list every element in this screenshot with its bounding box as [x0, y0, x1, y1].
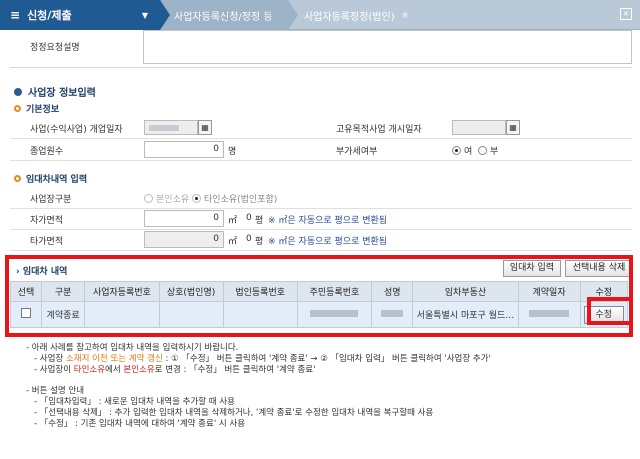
note-line: - 버튼 설명 안내 [26, 386, 85, 396]
other-area-input[interactable]: 0 [144, 231, 224, 248]
own-area-unit-pyeong: 평 [255, 216, 264, 226]
note-text: - 사업장이 [34, 365, 74, 375]
place-type-label: 사업장구분 [30, 195, 72, 205]
note-text: - 사업장 [34, 354, 66, 364]
favorite-star-icon[interactable]: ★ [401, 10, 410, 21]
other-option-label: 타인소유(법인포함) [204, 195, 278, 205]
start-date-label: 사업(수익사업) 개업일자 [30, 125, 123, 135]
basic-info-subtitle: 기본정보 [14, 102, 59, 115]
radio-selected-icon [452, 146, 461, 155]
start-date-input[interactable] [144, 120, 198, 135]
own-area-unit-sqm: ㎡ [228, 216, 238, 226]
place-type-row: 사업장구분 본인소유 타인소유(법인포함) [10, 187, 632, 209]
own-area-row: 자가면적 0 ㎡ 0 평 ※ ㎡은 자동으로 평으로 변환됨 [10, 208, 632, 230]
note-line: - 「수정」 : 기존 임대차 내역에 대하여 '계약 종료' 시 사용 [34, 419, 246, 429]
own-option[interactable]: 본인소유 [144, 192, 189, 205]
business-info-title: 사업장 정보입력 [14, 84, 96, 99]
subsection-bullet-icon [14, 175, 21, 182]
note-highlight: 본인소유 [123, 365, 155, 375]
employees-input[interactable]: 0 [144, 141, 224, 158]
top-nav-bar: ≡ 신청/제출 ▼ 사업자등록신청/정정 등 사업자등록정정(법인) ★ × [0, 0, 640, 30]
breadcrumb-apply-label: 사업자등록신청/정정 등 [174, 11, 273, 23]
other-option[interactable]: 타인소유(법인포함) [192, 192, 277, 205]
employees-unit: 명 [228, 147, 237, 157]
unique-start-label: 고유목적사업 개시일자 [336, 125, 422, 135]
note-line: - 사업장 소재지 이전 또는 계약 갱신 : ① 「수정」 버튼 클릭하여 '… [26, 354, 491, 365]
highlight-lease-table [5, 255, 633, 337]
section-bullet-icon [14, 87, 22, 96]
calendar-icon[interactable]: ▦ [198, 120, 212, 135]
other-area-row: 타가면적 0 ㎡ 0 평 ※ ㎡은 자동으로 평으로 변환됨 [10, 229, 632, 251]
radio-disabled-icon [144, 194, 153, 203]
correction-memo-row: 정정요청설명 [10, 30, 632, 68]
vat-no-label: 부 [490, 147, 499, 157]
employees-label: 종업원수 [30, 147, 64, 157]
other-area-hint: ※ ㎡은 자동으로 평으로 변환됨 [268, 237, 388, 247]
lease-info-subtitle-text: 임대차내역 입력 [26, 175, 88, 185]
other-area-label: 타가면적 [30, 237, 64, 247]
correction-memo-textarea[interactable] [143, 30, 632, 64]
business-info-title-text: 사업장 정보입력 [28, 88, 96, 99]
nav-main-menu[interactable]: ≡ 신청/제출 ▼ [0, 0, 170, 30]
vat-no-option[interactable]: 부 [478, 144, 498, 157]
own-area-pyeong-value: 0 [246, 213, 252, 223]
lease-info-subtitle: 임대차내역 입력 [14, 172, 87, 185]
basic-info-subtitle-text: 기본정보 [26, 105, 60, 115]
caret-down-icon: ▼ [141, 10, 148, 20]
breadcrumb-apply[interactable]: 사업자등록신청/정정 등 [160, 0, 298, 30]
vat-yes-label: 여 [464, 147, 473, 157]
note-line: - 「임대차입력」 : 새로운 임대차 내역을 추가할 때 사용 [34, 397, 235, 407]
nav-main-label: 신청/제출 [27, 9, 72, 22]
other-area-pyeong-value: 0 [246, 234, 252, 244]
note-line: - 「선택내용 삭제」 : 추가 입력한 임대차 내역을 삭제하거나, '계약 … [34, 408, 434, 418]
other-area-unit-pyeong: 평 [255, 237, 264, 247]
note-text: 로 변경 : 「수정」 버튼 클릭하여 '계약 종료' [154, 365, 316, 375]
radio-unselected-icon [478, 146, 487, 155]
correction-memo-label: 정정요청설명 [30, 43, 80, 53]
own-area-input[interactable]: 0 [144, 210, 224, 227]
note-text: 에서 [105, 365, 124, 375]
start-date-row: 사업(수익사업) 개업일자 ▦ 고유목적사업 개시일자 ▦ [10, 117, 632, 139]
unique-start-input[interactable] [452, 120, 506, 135]
other-area-unit-sqm: ㎡ [228, 237, 238, 247]
calendar-icon[interactable]: ▦ [506, 120, 520, 135]
note-highlight: 타인소유 [73, 365, 106, 375]
note-line: - 아래 사례를 참고하여 임대차 내역을 입력하시기 바랍니다. [26, 343, 239, 353]
subsection-bullet-icon [14, 105, 21, 112]
own-area-hint: ※ ㎡은 자동으로 평으로 변환됨 [268, 216, 388, 226]
own-area-label: 자가면적 [30, 216, 64, 226]
help-notes: - 아래 사례를 참고하여 임대차 내역을 입력하시기 바랍니다. - 사업장 … [26, 343, 491, 430]
note-line: - 사업장이 타인소유에서 본인소유로 변경 : 「수정」 버튼 클릭하여 '계… [26, 365, 491, 376]
radio-selected-icon [192, 194, 201, 203]
breadcrumb-correction[interactable]: 사업자등록정정(법인) ★ [288, 0, 418, 30]
breadcrumb-correction-label: 사업자등록정정(법인) [304, 11, 395, 23]
close-icon[interactable]: × [620, 8, 632, 20]
hamburger-icon: ≡ [10, 8, 21, 22]
own-option-label: 본인소유 [156, 195, 190, 205]
employees-row: 종업원수 0 명 부가세여부 여 부 [10, 139, 632, 161]
note-highlight: 소재지 이전 또는 계약 갱신 [65, 354, 163, 364]
highlight-edit-button [587, 297, 633, 325]
vat-label: 부가세여부 [336, 147, 378, 157]
vat-yes-option[interactable]: 여 [452, 144, 472, 157]
note-text: : ① 「수정」 버튼 클릭하여 '계약 종료' → ② 「임대차 입력」 버튼… [162, 354, 491, 364]
